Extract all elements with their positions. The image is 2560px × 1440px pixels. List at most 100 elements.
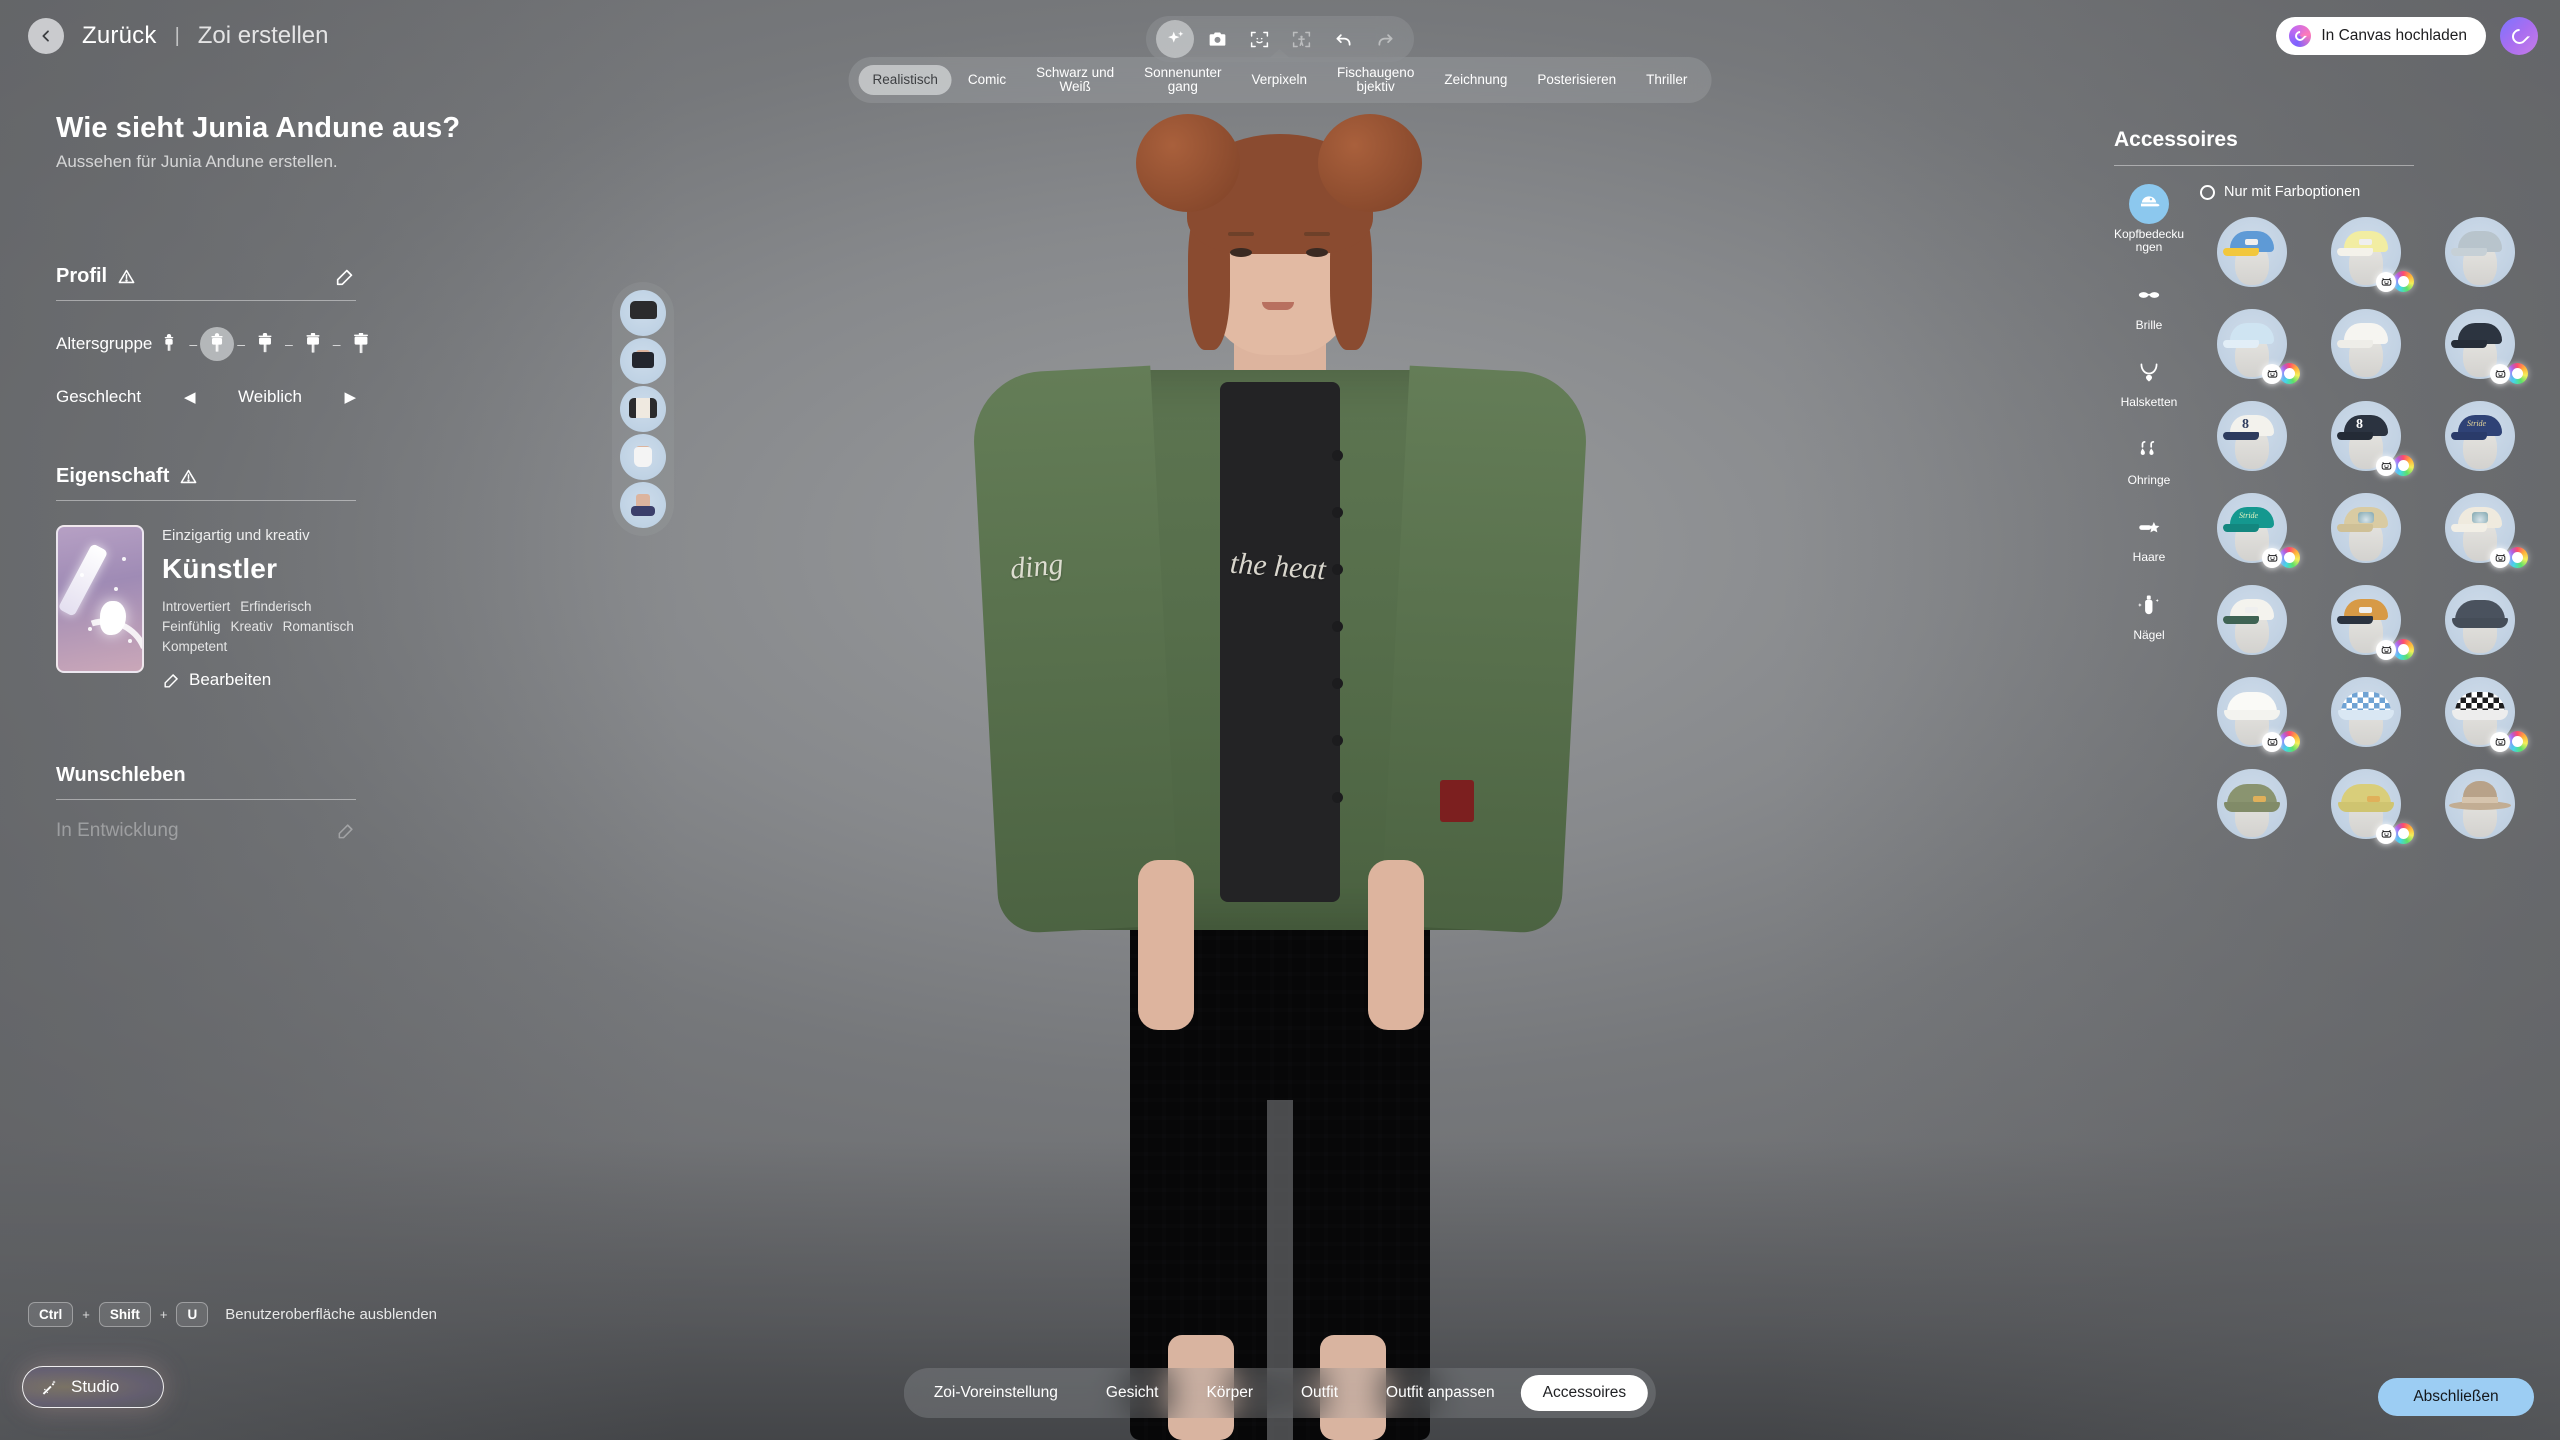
color-options-radio[interactable] [2200, 184, 2215, 200]
redo-button[interactable] [1366, 20, 1404, 58]
editor-nav-3[interactable]: Outfit [1279, 1375, 1360, 1411]
upload-to-canvas-button[interactable]: In Canvas hochladen [2276, 17, 2486, 55]
color-options-filter[interactable]: Nur mit Farboptionen [2200, 184, 2534, 200]
finish-button[interactable]: Abschließen [2378, 1378, 2534, 1416]
accessory-category-list: Kopfbedecku ngen Brille Halsketten Ohringe H… [2114, 182, 2184, 846]
camera-button[interactable] [1198, 20, 1236, 58]
color-options-badge-icon[interactable] [2393, 823, 2414, 844]
color-options-badge-icon[interactable] [2393, 271, 2414, 292]
ai-bot-badge-icon[interactable] [2376, 455, 2396, 476]
accessory-category-1[interactable]: Brille [2114, 275, 2184, 332]
outfit-thumb-jacket[interactable] [620, 386, 666, 432]
editor-nav-0[interactable]: Zoi-Voreinstellung [912, 1375, 1080, 1411]
age-group-label: Altersgruppe [56, 334, 153, 353]
outfit-thumb-garment [629, 398, 657, 418]
studio-button[interactable]: Studio [22, 1366, 164, 1408]
trait-edit-button[interactable]: Bearbeiten [162, 670, 356, 690]
outfit-thumb-shoes[interactable] [620, 482, 666, 528]
color-options-badge-icon[interactable] [2279, 731, 2300, 752]
accessory-item-6[interactable]: 8 [2217, 401, 2287, 471]
accessory-item-0[interactable] [2217, 217, 2287, 287]
ai-bot-badge-icon[interactable] [2376, 271, 2396, 292]
color-options-badge-icon[interactable] [2279, 363, 2300, 384]
accessory-category-2[interactable]: Halsketten [2114, 352, 2184, 409]
age-option-young-adult[interactable] [248, 327, 282, 361]
accessory-item-8[interactable]: Stride [2445, 401, 2515, 471]
face-frame-button[interactable] [1240, 20, 1278, 58]
undo-button[interactable] [1324, 20, 1362, 58]
accessory-cell [2312, 210, 2420, 294]
accessory-category-4[interactable]: Haare [2114, 507, 2184, 564]
ai-bot-badge-icon[interactable] [2376, 639, 2396, 660]
accessory-item-10[interactable] [2331, 493, 2401, 563]
avatar-hair-bun-left [1136, 114, 1240, 212]
editor-nav-2[interactable]: Körper [1184, 1375, 1275, 1411]
body-frame-button[interactable] [1282, 20, 1320, 58]
style-tab-0[interactable]: Realistisch [858, 65, 952, 95]
color-options-badge-icon[interactable] [2507, 731, 2528, 752]
hairclip-icon [2129, 507, 2169, 547]
ai-bot-badge-icon[interactable] [2490, 731, 2510, 752]
ai-bot-badge-icon[interactable] [2262, 731, 2282, 752]
editor-nav-5[interactable]: Accessoires [1520, 1375, 1649, 1411]
style-tab-1[interactable]: Comic [954, 65, 1020, 95]
outfit-thumbnail-strip [612, 282, 674, 536]
accessory-category-5[interactable]: Nägel [2114, 585, 2184, 642]
accessory-item-16[interactable] [2331, 677, 2401, 747]
accessory-item-20[interactable] [2445, 769, 2515, 839]
color-options-badge-icon[interactable] [2279, 547, 2300, 568]
color-options-badge-icon[interactable] [2507, 547, 2528, 568]
age-option-adult[interactable] [296, 327, 330, 361]
ai-bot-badge-icon[interactable] [2376, 823, 2396, 844]
editor-nav-1[interactable]: Gesicht [1084, 1375, 1181, 1411]
accessory-item-14[interactable] [2445, 585, 2515, 655]
gender-next-button[interactable]: ▶ [344, 388, 356, 406]
outfit-thumb-socks[interactable] [620, 434, 666, 480]
age-option-child[interactable] [152, 327, 186, 361]
outfit-thumb-garment [631, 506, 655, 516]
trait-tag: Feinfühlig [162, 619, 221, 634]
breadcrumb-back-label[interactable]: Zurück [82, 22, 157, 50]
dream-life-edit-button[interactable] [336, 821, 356, 841]
viewport-toolbar [1146, 16, 1414, 62]
trait-card[interactable]: Einzigartig und kreativ Künstler Introve… [56, 525, 356, 690]
accessory-item-2[interactable] [2445, 217, 2515, 287]
ai-bot-badge-icon[interactable] [2262, 547, 2282, 568]
color-options-badge-icon[interactable] [2393, 455, 2414, 476]
editor-nav-4[interactable]: Outfit anpassen [1364, 1375, 1517, 1411]
gender-label: Geschlecht [56, 387, 142, 406]
style-tab-6[interactable]: Zeichnung [1430, 65, 1521, 95]
accessory-item-18[interactable] [2217, 769, 2287, 839]
accessory-category-3[interactable]: Ohringe [2114, 430, 2184, 487]
dream-life-row[interactable]: In Entwicklung [56, 820, 356, 842]
color-options-badge-icon[interactable] [2507, 363, 2528, 384]
ai-bot-badge-icon[interactable] [2490, 363, 2510, 384]
cap-brim [2223, 616, 2259, 624]
age-option-teen[interactable] [200, 327, 235, 361]
style-tab-7[interactable]: Posterisieren [1523, 65, 1630, 95]
accessory-item-4[interactable] [2331, 309, 2401, 379]
sparkle-button[interactable] [1156, 20, 1194, 58]
back-button[interactable] [28, 18, 64, 54]
ai-bot-badge-icon[interactable] [2262, 363, 2282, 384]
color-options-badge-icon[interactable] [2393, 639, 2414, 660]
age-option-senior[interactable] [344, 327, 378, 361]
style-tab-8[interactable]: Thriller [1632, 65, 1701, 95]
account-avatar-button[interactable] [2500, 17, 2538, 55]
avatar-preview[interactable]: ding the heat [900, 114, 1660, 1440]
cap-icon [2129, 184, 2169, 224]
profile-edit-button[interactable] [334, 266, 356, 288]
ai-bot-badge-icon[interactable] [2490, 547, 2510, 568]
style-tab-5[interactable]: Fischaugeno bjektiv [1323, 65, 1428, 95]
outfit-thumb-shirt[interactable] [620, 290, 666, 336]
outfit-thumb-shorts[interactable] [620, 338, 666, 384]
style-tab-4[interactable]: Verpixeln [1237, 65, 1321, 95]
style-tab-3[interactable]: Sonnenunter gang [1130, 65, 1235, 95]
accessory-item-12[interactable] [2217, 585, 2287, 655]
cap-patch [2245, 239, 2258, 245]
accessory-cell [2312, 762, 2420, 846]
style-tab-2[interactable]: Schwarz und Weiß [1022, 65, 1128, 95]
accessory-cell [2312, 578, 2420, 662]
accessory-category-0[interactable]: Kopfbedecku ngen [2114, 184, 2184, 255]
gender-prev-button[interactable]: ◀ [184, 388, 196, 406]
